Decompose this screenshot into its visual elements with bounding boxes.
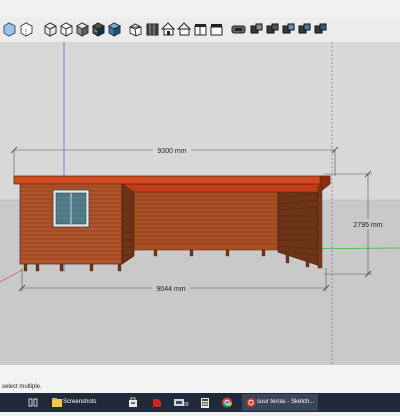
taskbar: Screenshots 20 suur terras - Sketch... bbox=[0, 393, 400, 412]
store-icon[interactable] bbox=[126, 394, 140, 411]
display-section-icon[interactable] bbox=[265, 21, 280, 37]
bottom-view-icon[interactable] bbox=[231, 21, 246, 37]
shaded-icon[interactable] bbox=[75, 21, 90, 37]
sketchup-icon bbox=[246, 398, 256, 407]
folder-icon bbox=[52, 398, 62, 407]
taskbar-item-sketchup[interactable]: suur terras - Sketch... bbox=[242, 394, 318, 411]
iso-view-icon[interactable] bbox=[128, 21, 143, 37]
monochrome-icon[interactable] bbox=[107, 21, 122, 37]
dimension-base-label: 9044 mm bbox=[156, 286, 185, 293]
shelter-back-wall bbox=[133, 191, 279, 251]
red-app-icon[interactable] bbox=[150, 394, 164, 411]
taskbar-item-screenshots[interactable]: Screenshots bbox=[48, 394, 120, 411]
left-view-icon[interactable] bbox=[209, 21, 224, 37]
shelter-right-wall bbox=[277, 185, 321, 267]
section-fill-icon[interactable] bbox=[297, 21, 312, 37]
status-text: select multiple. bbox=[2, 384, 42, 390]
dimension-length-label: 9300 mm bbox=[157, 148, 186, 155]
calculator-icon[interactable] bbox=[198, 394, 212, 411]
app-20-badge: 20 bbox=[183, 402, 189, 408]
chrome-icon[interactable] bbox=[220, 394, 234, 411]
back-edges-icon[interactable] bbox=[19, 21, 34, 37]
back-view-icon[interactable] bbox=[193, 21, 208, 37]
section-planes-visible-icon[interactable] bbox=[313, 21, 328, 37]
hidden-line-icon[interactable] bbox=[59, 21, 74, 37]
roof-underside bbox=[121, 183, 331, 193]
window[interactable] bbox=[52, 189, 90, 228]
front-view-icon[interactable] bbox=[161, 21, 176, 37]
xray-icon[interactable] bbox=[2, 21, 17, 37]
status-bar: select multiple. bbox=[0, 364, 400, 393]
toolbar bbox=[0, 18, 400, 43]
app-20-icon[interactable]: 20 bbox=[172, 394, 192, 411]
task-view-icon[interactable] bbox=[26, 394, 40, 411]
dimension-height-label: 2795 mm bbox=[353, 222, 382, 229]
wireframe-icon[interactable] bbox=[43, 21, 58, 37]
shaded-textures-icon[interactable] bbox=[91, 21, 106, 37]
right-view-icon[interactable] bbox=[177, 21, 192, 37]
section-cuts-icon[interactable] bbox=[281, 21, 296, 37]
roof-fascia bbox=[13, 175, 331, 185]
model-viewport[interactable]: 9300 mm 2795 mm 9044 mm bbox=[0, 42, 400, 364]
taskbar-item-label: Screenshots bbox=[63, 399, 97, 405]
section-plane-icon[interactable] bbox=[249, 21, 264, 37]
top-view-icon[interactable] bbox=[145, 21, 160, 37]
taskbar-item-label: suur terras - Sketch... bbox=[257, 399, 315, 405]
